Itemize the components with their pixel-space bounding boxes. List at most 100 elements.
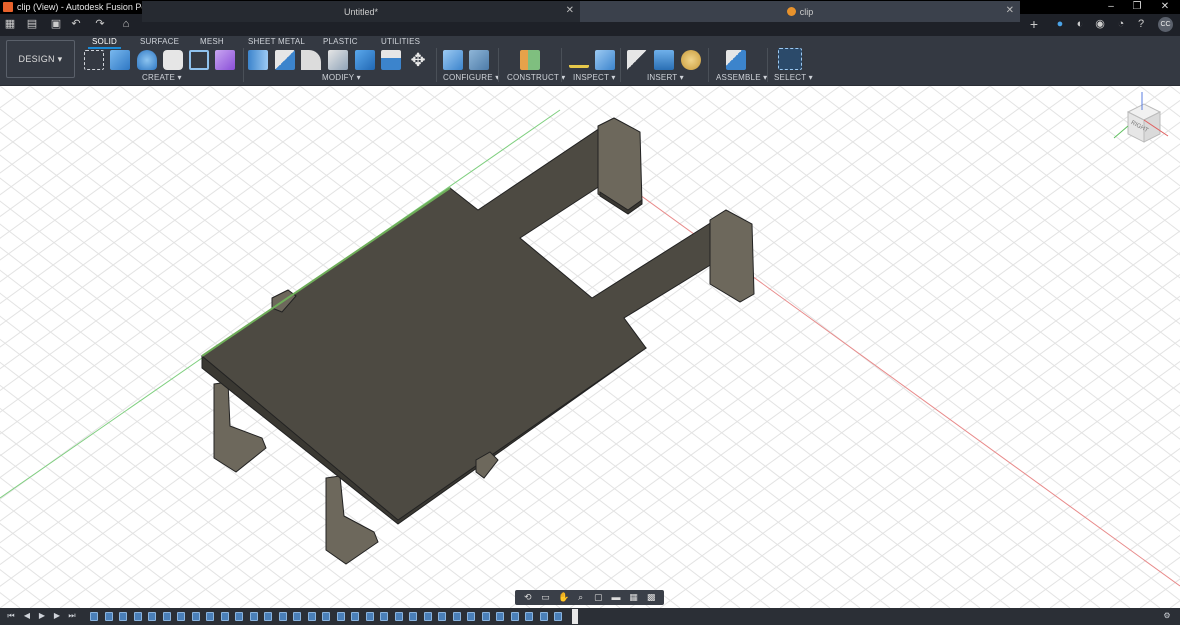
timeline-feature[interactable] bbox=[438, 612, 446, 621]
timeline-feature[interactable] bbox=[249, 612, 258, 621]
insert-menu[interactable]: INSERT ▾ bbox=[647, 73, 684, 82]
combine-icon[interactable] bbox=[355, 50, 375, 70]
timeline-feature[interactable] bbox=[394, 612, 403, 621]
new-tab-icon[interactable]: + bbox=[1028, 17, 1040, 31]
configure-menu[interactable]: CONFIGURE ▾ bbox=[443, 73, 499, 82]
extensions-icon[interactable]: ● bbox=[1054, 18, 1066, 30]
timeline-feature[interactable] bbox=[336, 612, 345, 621]
insert-derive-icon[interactable] bbox=[627, 50, 647, 70]
configure-table-icon[interactable] bbox=[443, 50, 463, 70]
timeline-feature[interactable] bbox=[554, 612, 562, 621]
timeline-feature[interactable] bbox=[481, 612, 490, 621]
timeline-feature[interactable] bbox=[235, 612, 243, 621]
viewports-icon[interactable]: ▩ bbox=[646, 593, 656, 602]
timeline-feature[interactable] bbox=[322, 612, 330, 621]
chamfer-icon[interactable] bbox=[301, 50, 321, 70]
timeline-feature[interactable] bbox=[90, 612, 98, 621]
grid-settings-icon[interactable]: ▦ bbox=[629, 593, 639, 602]
tab-utilities[interactable]: UTILITIES bbox=[381, 37, 420, 46]
timeline-feature[interactable] bbox=[365, 612, 374, 621]
orbit-icon[interactable]: ⟲ bbox=[523, 593, 533, 602]
offset-plane-icon[interactable] bbox=[520, 50, 540, 70]
timeline-feature[interactable] bbox=[191, 612, 200, 621]
new-component-icon[interactable] bbox=[215, 50, 235, 70]
close-tab-icon[interactable]: ✕ bbox=[1006, 5, 1014, 16]
timeline-feature[interactable] bbox=[409, 612, 417, 621]
arm-upright-right[interactable] bbox=[709, 209, 755, 303]
timeline-feature[interactable] bbox=[307, 612, 316, 621]
timeline-feature[interactable] bbox=[278, 612, 287, 621]
select-window-icon[interactable] bbox=[778, 48, 802, 70]
configure-rule-icon[interactable] bbox=[469, 50, 489, 70]
timeline-feature[interactable] bbox=[177, 612, 185, 621]
timeline-feature[interactable] bbox=[133, 612, 142, 621]
file-menu-icon[interactable]: ▤ bbox=[26, 18, 38, 30]
timeline-feature[interactable] bbox=[351, 612, 359, 621]
timeline-feature[interactable] bbox=[148, 612, 156, 621]
insert-canvas-icon[interactable] bbox=[654, 50, 674, 70]
save-icon[interactable]: ▣ bbox=[50, 18, 62, 30]
inspect-menu[interactable]: INSPECT ▾ bbox=[573, 73, 616, 82]
joint-icon[interactable] bbox=[726, 50, 746, 70]
look-at-icon[interactable]: ▭ bbox=[540, 593, 550, 602]
display-settings-icon[interactable]: ▬ bbox=[611, 593, 621, 602]
timeline-feature[interactable] bbox=[510, 612, 519, 621]
shell-icon[interactable] bbox=[328, 50, 348, 70]
job-status-icon[interactable]: ◐ bbox=[1074, 18, 1086, 30]
timeline-feature[interactable] bbox=[539, 612, 548, 621]
timeline-marker[interactable] bbox=[572, 609, 578, 624]
measure-icon[interactable] bbox=[569, 58, 589, 68]
split-body-icon[interactable] bbox=[381, 50, 401, 70]
help-icon[interactable]: ? bbox=[1135, 18, 1147, 30]
workspace-switcher[interactable]: DESIGN ▾ bbox=[6, 40, 75, 78]
pattern-icon[interactable] bbox=[189, 50, 209, 70]
press-pull-icon[interactable] bbox=[248, 50, 268, 70]
timeline-feature[interactable] bbox=[467, 612, 475, 621]
create-sketch-icon[interactable] bbox=[84, 50, 104, 70]
close-tab-icon[interactable]: ✕ bbox=[566, 5, 574, 16]
tab-clip[interactable]: clip ✕ bbox=[580, 1, 1020, 22]
interference-icon[interactable] bbox=[595, 50, 615, 70]
undo-icon[interactable]: ↶ bbox=[70, 18, 82, 30]
tab-sheet-metal[interactable]: SHEET METAL bbox=[248, 37, 305, 46]
select-menu[interactable]: SELECT ▾ bbox=[774, 73, 813, 82]
fillet-icon[interactable] bbox=[275, 50, 295, 70]
go-end-icon[interactable]: ⏭ bbox=[67, 611, 77, 621]
extrude-icon[interactable] bbox=[110, 50, 130, 70]
create-menu[interactable]: CREATE ▾ bbox=[142, 73, 182, 82]
construct-menu[interactable]: CONSTRUCT ▾ bbox=[507, 73, 566, 82]
timeline-feature[interactable] bbox=[452, 612, 461, 621]
home-icon[interactable]: ⌂ bbox=[120, 18, 132, 30]
online-icon[interactable]: ◉ bbox=[1094, 18, 1106, 30]
fit-icon[interactable]: ▢ bbox=[593, 593, 603, 602]
timeline-settings-icon[interactable]: ⚙ bbox=[1162, 611, 1172, 621]
tab-solid[interactable]: SOLID bbox=[87, 37, 122, 49]
user-avatar[interactable]: CC bbox=[1158, 17, 1173, 32]
view-cube[interactable]: RIGHT bbox=[1110, 90, 1170, 150]
tab-untitled[interactable]: Untitled* ✕ bbox=[142, 1, 580, 22]
step-back-icon[interactable]: ◀ bbox=[22, 611, 32, 621]
insert-mcmaster-icon[interactable] bbox=[681, 50, 701, 70]
timeline-feature[interactable] bbox=[525, 612, 533, 621]
timeline-feature[interactable] bbox=[264, 612, 272, 621]
redo-icon[interactable]: ↷ bbox=[94, 18, 106, 30]
apps-grid-icon[interactable]: ▦ bbox=[4, 18, 16, 30]
timeline-feature[interactable] bbox=[496, 612, 504, 621]
timeline-feature[interactable] bbox=[104, 612, 113, 621]
pan-icon[interactable]: ✋ bbox=[558, 593, 569, 602]
timeline-feature[interactable] bbox=[162, 612, 171, 621]
timeline-feature[interactable] bbox=[206, 612, 214, 621]
revolve-icon[interactable] bbox=[137, 50, 157, 70]
notifications-icon[interactable]: ◔ bbox=[1115, 18, 1127, 30]
clip-model[interactable] bbox=[201, 117, 755, 565]
go-start-icon[interactable]: ⏮ bbox=[6, 611, 16, 621]
timeline-feature[interactable] bbox=[380, 612, 388, 621]
timeline-feature[interactable] bbox=[220, 612, 229, 621]
play-icon[interactable]: ▶ bbox=[37, 611, 47, 621]
tab-mesh[interactable]: MESH bbox=[200, 37, 224, 46]
timeline-feature[interactable] bbox=[119, 612, 127, 621]
move-copy-icon[interactable]: ✥ bbox=[408, 50, 428, 70]
modify-menu[interactable]: MODIFY ▾ bbox=[322, 73, 361, 82]
maximize-button[interactable]: ❐ bbox=[1122, 0, 1152, 14]
timeline-feature[interactable] bbox=[293, 612, 301, 621]
